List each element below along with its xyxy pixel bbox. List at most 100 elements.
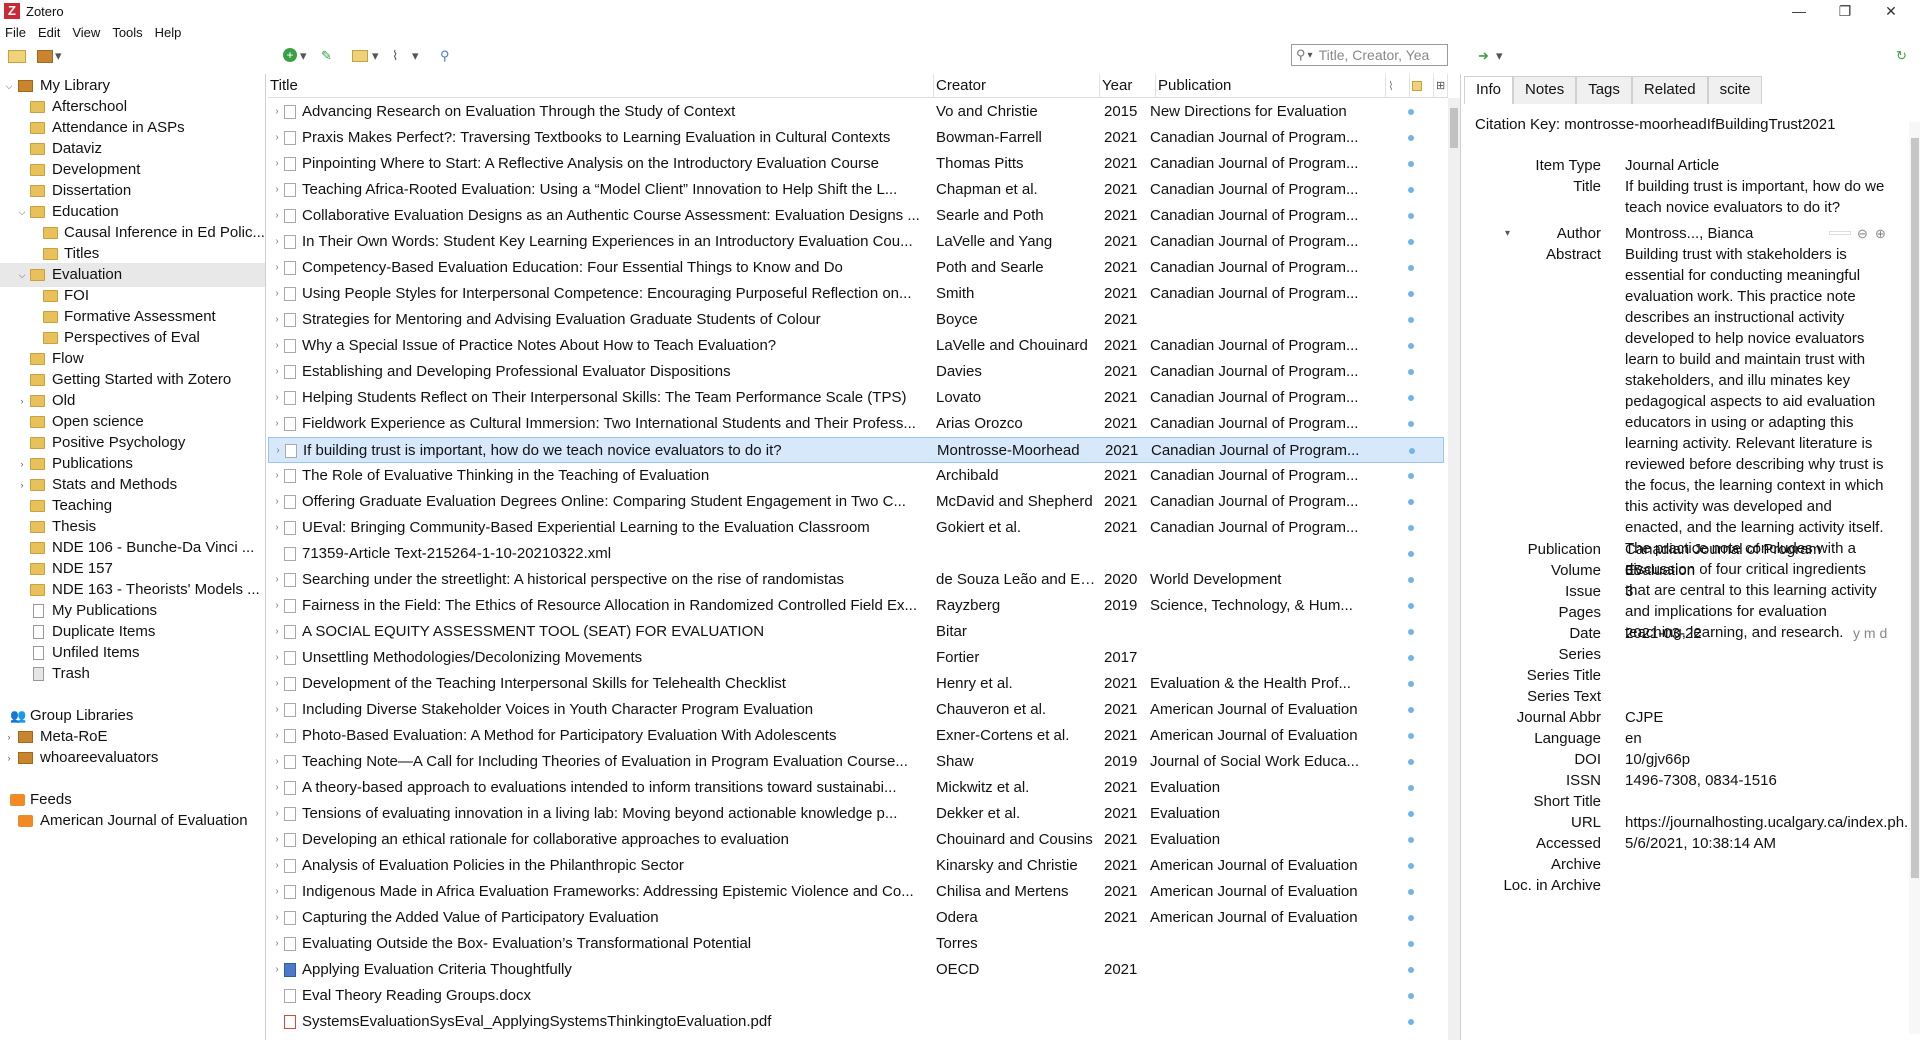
new-collection-icon[interactable] <box>8 50 26 63</box>
chevron-right-icon[interactable]: › <box>272 125 282 151</box>
table-row[interactable]: › Capturing the Added Value of Participat… <box>268 905 1444 931</box>
attachment-column-icon[interactable]: ⌇ <box>1386 74 1410 98</box>
column-header-publication[interactable]: Publication <box>1156 74 1386 98</box>
table-row[interactable]: › Evaluating Outside the Box- Evaluation’… <box>268 931 1444 957</box>
field-value[interactable]: 10/gjv66p <box>1625 749 1885 770</box>
field-value[interactable]: 5/6/2021, 10:38:14 AM <box>1625 833 1885 854</box>
table-row[interactable]: Eval Theory Reading Groups.docx <box>268 983 1444 1009</box>
table-row[interactable]: › Helping Students Reflect on Their Inter… <box>268 385 1444 411</box>
field-value[interactable]: https://journalhosting.ucalgary.ca/index… <box>1625 812 1917 833</box>
tab-notes[interactable]: Notes <box>1513 76 1577 104</box>
chevron-down-icon[interactable]: ▾ <box>300 48 307 64</box>
chevron-right-icon[interactable]: › <box>272 567 282 593</box>
field-label[interactable]: Author <box>1557 223 1601 244</box>
chevron-right-icon[interactable]: › <box>272 99 282 125</box>
chevron-right-icon[interactable]: › <box>272 879 282 905</box>
item-pane-scrollbar[interactable] <box>1909 122 1920 1034</box>
chevron-right-icon[interactable]: › <box>272 151 282 177</box>
chevron-down-icon[interactable]: ▾ <box>1308 50 1313 61</box>
chevron-down-icon[interactable]: ▾ <box>412 48 419 64</box>
tab-related[interactable]: Related <box>1631 76 1708 104</box>
chevron-right-icon[interactable]: › <box>272 411 282 437</box>
chevron-right-icon[interactable]: › <box>272 489 282 515</box>
close-button[interactable]: ✕ <box>1868 0 1914 22</box>
chevron-right-icon[interactable]: › <box>272 593 282 619</box>
table-row[interactable]: › Fairness in the Field: The Ethics of Re… <box>268 593 1444 619</box>
chevron-right-icon[interactable]: › <box>272 853 282 879</box>
column-picker-icon[interactable]: ⊞ <box>1434 74 1448 98</box>
column-header-title[interactable]: Title <box>268 74 934 98</box>
chevron-right-icon[interactable]: › <box>272 307 282 333</box>
chevron-right-icon[interactable]: › <box>272 255 282 281</box>
table-row[interactable]: › Strategies for Mentoring and Advising E… <box>268 307 1444 333</box>
table-row[interactable]: › UEval: Bringing Community-Based Experie… <box>268 515 1444 541</box>
chevron-right-icon[interactable]: › <box>272 515 282 541</box>
field-value[interactable]: Journal Article <box>1625 155 1885 176</box>
field-value[interactable]: 3 <box>1625 581 1885 602</box>
chevron-right-icon[interactable]: › <box>272 463 282 489</box>
field-value[interactable]: 35 <box>1625 560 1885 581</box>
chevron-right-icon[interactable]: › <box>272 229 282 255</box>
table-row[interactable]: › Development of the Teaching Interperson… <box>268 671 1444 697</box>
chevron-down-icon[interactable]: ▾ <box>1505 223 1510 244</box>
table-row[interactable]: › A theory-based approach to evaluations … <box>268 775 1444 801</box>
chevron-right-icon[interactable]: › <box>273 438 283 464</box>
chevron-right-icon[interactable]: › <box>272 749 282 775</box>
new-library-icon[interactable] <box>37 50 53 63</box>
minus-icon[interactable]: ⊖ <box>1857 223 1868 244</box>
table-row[interactable]: › Indigenous Made in Africa Evaluation Fr… <box>268 879 1444 905</box>
chevron-right-icon[interactable]: › <box>272 723 282 749</box>
menu-file[interactable]: File <box>0 25 31 40</box>
chevron-right-icon[interactable]: › <box>272 957 282 983</box>
chevron-right-icon[interactable]: › <box>272 801 282 827</box>
menu-view[interactable]: View <box>67 25 105 40</box>
plus-icon[interactable]: ⊕ <box>1875 223 1886 244</box>
search-box[interactable]: ⚲ ▾ <box>1291 44 1448 66</box>
table-row[interactable]: › Why a Special Issue of Practice Notes A… <box>268 333 1444 359</box>
table-row[interactable]: › Using People Styles for Interpersonal C… <box>268 281 1444 307</box>
table-row[interactable]: › Offering Graduate Evaluation Degrees On… <box>268 489 1444 515</box>
table-row[interactable]: › Tensions of evaluating innovation in a … <box>268 801 1444 827</box>
field-value[interactable]: en <box>1625 728 1885 749</box>
table-row[interactable]: › Pinpointing Where to Start: A Reflectiv… <box>268 151 1444 177</box>
sync-icon[interactable]: ↻ <box>1896 48 1907 64</box>
menu-help[interactable]: Help <box>150 25 187 40</box>
column-header-year[interactable]: Year <box>1100 74 1156 98</box>
group-library-item[interactable]: › whoareevaluators <box>0 746 265 770</box>
table-row[interactable]: › Praxis Makes Perfect?: Traversing Textb… <box>268 125 1444 151</box>
table-row[interactable]: › Establishing and Developing Professiona… <box>268 359 1444 385</box>
advanced-search-icon[interactable]: ⚲ <box>440 48 450 64</box>
table-row[interactable]: › Photo-Based Evaluation: A Method for Pa… <box>268 723 1444 749</box>
tab-tags[interactable]: Tags <box>1576 76 1632 104</box>
attachment-icon[interactable]: ⌇ <box>392 48 398 64</box>
author-mode-icon[interactable] <box>1829 231 1851 235</box>
chevron-right-icon[interactable]: › <box>4 746 14 770</box>
feed-item[interactable]: American Journal of Evaluation <box>0 809 265 833</box>
chevron-right-icon[interactable]: › <box>272 333 282 359</box>
field-value[interactable]: CJPE <box>1625 707 1885 728</box>
add-by-identifier-icon[interactable]: ✎ <box>321 48 332 64</box>
new-note-icon[interactable] <box>352 50 368 62</box>
table-row[interactable]: › Competency-Based Evaluation Education: … <box>268 255 1444 281</box>
maximize-button[interactable]: ❐ <box>1822 0 1868 22</box>
chevron-right-icon[interactable]: › <box>272 931 282 957</box>
table-row[interactable]: › Searching under the streetlight: A hist… <box>268 567 1444 593</box>
table-row[interactable]: SystemsEvaluationSysEval_ApplyingSystems… <box>268 1009 1444 1035</box>
table-row[interactable]: › Teaching Note—A Call for Including Theo… <box>268 749 1444 775</box>
chevron-right-icon[interactable]: › <box>272 281 282 307</box>
table-row[interactable]: › Advancing Research on Evaluation Throug… <box>268 99 1444 125</box>
chevron-right-icon[interactable]: › <box>272 177 282 203</box>
chevron-right-icon[interactable]: › <box>272 645 282 671</box>
tab-info[interactable]: Info <box>1464 76 1514 104</box>
chevron-right-icon[interactable]: › <box>272 671 282 697</box>
table-row[interactable]: › Fieldwork Experience as Cultural Immers… <box>268 411 1444 437</box>
tab-scite[interactable]: scite <box>1707 76 1763 104</box>
field-value[interactable]: 1496-7308, 0834-1516 <box>1625 770 1885 791</box>
minimize-button[interactable]: — <box>1776 0 1822 22</box>
chevron-down-icon[interactable]: ▾ <box>1496 48 1503 64</box>
notes-column-icon[interactable] <box>1410 74 1434 98</box>
field-value[interactable]: 2021-03-22 <box>1625 623 1885 644</box>
table-row[interactable]: 71359-Article Text-215264-1-10-20210322.… <box>268 541 1444 567</box>
table-row[interactable]: › Including Diverse Stakeholder Voices in… <box>268 697 1444 723</box>
table-row[interactable]: › In Their Own Words: Student Key Learnin… <box>268 229 1444 255</box>
